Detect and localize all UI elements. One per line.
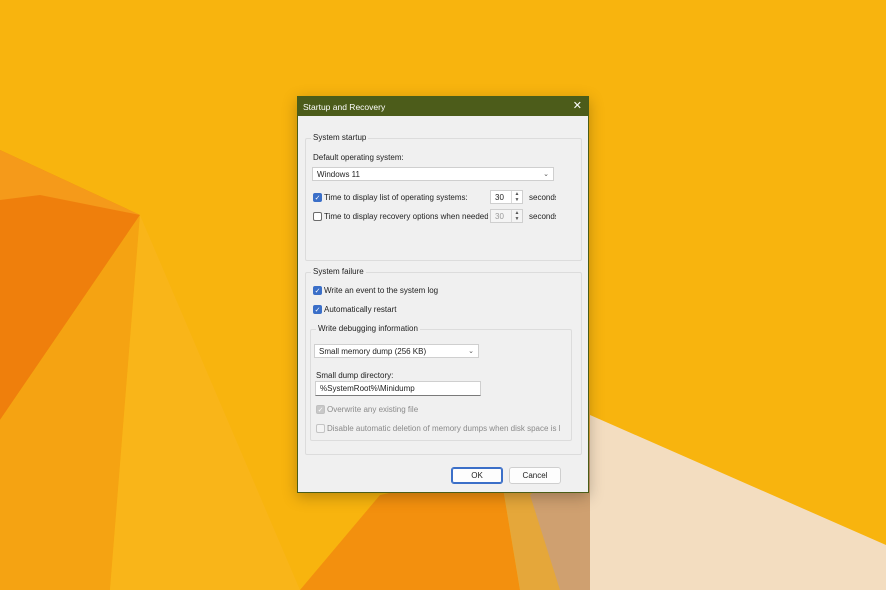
disable-delete-checkbox[interactable] (316, 424, 325, 433)
close-icon[interactable]: ✕ (573, 101, 582, 112)
disable-delete-label: Disable automatic deletion of memory dum… (327, 424, 561, 433)
time-list-label: Time to display list of operating system… (324, 193, 468, 202)
auto-restart-label: Automatically restart (324, 305, 397, 314)
dialog-titlebar: Startup and Recovery ✕ (298, 97, 588, 116)
system-startup-label: System startup (311, 133, 369, 142)
default-os-dropdown[interactable]: Windows 11 ⌄ (312, 167, 554, 181)
cancel-button[interactable]: Cancel (509, 467, 561, 484)
system-failure-label: System failure (311, 267, 366, 276)
time-recovery-unit: seconds (529, 212, 556, 221)
time-list-stepper[interactable]: 30 ▲ ▼ (490, 190, 523, 204)
time-list-checkbox[interactable]: ✓ (313, 193, 322, 202)
default-os-value: Windows 11 (317, 169, 360, 179)
chevron-down-icon: ⌄ (543, 171, 549, 178)
dump-type-dropdown[interactable]: Small memory dump (256 KB) ⌄ (314, 344, 479, 358)
time-list-value: 30 (495, 192, 504, 202)
debug-info-label: Write debugging information (316, 324, 420, 333)
overwrite-label: Overwrite any existing file (327, 405, 419, 414)
overwrite-checkbox[interactable]: ✓ (316, 405, 325, 414)
dump-dir-value: %SystemRoot%\Minidump (320, 384, 415, 393)
default-os-label: Default operating system: (313, 153, 404, 162)
spin-down-icon[interactable]: ▼ (512, 197, 522, 203)
write-event-checkbox[interactable]: ✓ (313, 286, 322, 295)
auto-restart-checkbox[interactable]: ✓ (313, 305, 322, 314)
time-recovery-checkbox[interactable] (313, 212, 322, 221)
time-recovery-value: 30 (495, 211, 504, 221)
time-recovery-stepper[interactable]: 30 ▲ ▼ (490, 209, 523, 223)
dialog-title: Startup and Recovery (303, 101, 386, 112)
ok-button[interactable]: OK (451, 467, 503, 484)
dump-dir-input[interactable]: %SystemRoot%\Minidump (315, 381, 481, 396)
write-event-label: Write an event to the system log (324, 286, 439, 295)
dump-type-value: Small memory dump (256 KB) (319, 346, 427, 356)
time-list-unit: seconds (529, 193, 556, 202)
spin-down-icon[interactable]: ▼ (512, 216, 522, 222)
chevron-down-icon: ⌄ (468, 348, 474, 355)
time-recovery-label: Time to display recovery options when ne… (324, 212, 488, 221)
startup-recovery-dialog: Startup and Recovery ✕ System startup De… (297, 96, 589, 493)
dump-dir-label: Small dump directory: (316, 371, 394, 380)
